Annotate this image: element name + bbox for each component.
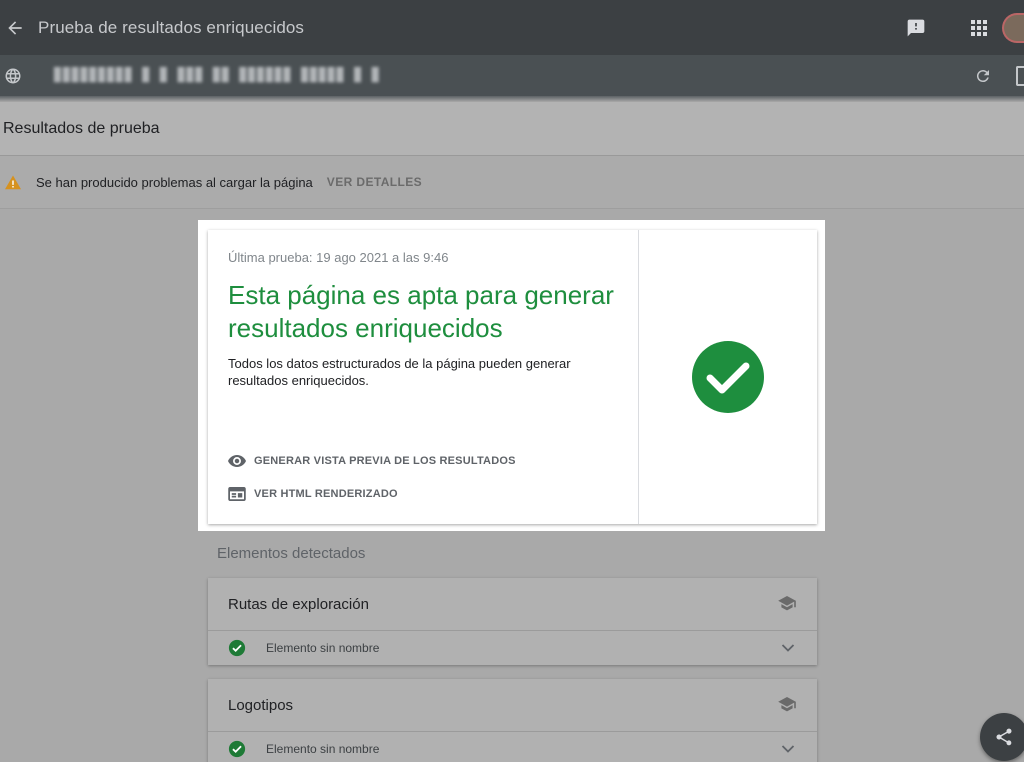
page-title: Prueba de resultados enriquecidos bbox=[38, 17, 305, 37]
reload-icon[interactable] bbox=[974, 67, 992, 85]
feedback-icon[interactable] bbox=[906, 18, 926, 38]
view-details-link[interactable]: VER DETALLES bbox=[327, 175, 422, 189]
detected-item-header[interactable]: Rutas de exploración bbox=[208, 578, 817, 631]
summary-card: Última prueba: 19 ago 2021 a las 9:46 Es… bbox=[208, 230, 817, 524]
chevron-down-icon[interactable] bbox=[781, 643, 795, 653]
app-bar: Prueba de resultados enriquecidos bbox=[0, 0, 1024, 55]
url-bar: ▉▉▉▉▉▉▉▉▉ ▉ ▉ ▉▉▉ ▉▉ ▉▉▉▉▉▉ ▉▉▉▉▉ ▉ ▉ bbox=[0, 55, 1024, 96]
list-item-label: Elemento sin nombre bbox=[266, 640, 380, 655]
list-item[interactable]: Elemento sin nombre bbox=[208, 631, 817, 664]
detected-item-card[interactable]: Rutas de exploración Elemento sin nombre bbox=[208, 578, 817, 665]
status-panel bbox=[639, 230, 817, 524]
apps-grid-icon[interactable] bbox=[970, 19, 988, 37]
list-item-label: Elemento sin nombre bbox=[266, 741, 380, 756]
device-toggle-icon[interactable] bbox=[1016, 66, 1024, 86]
detected-item-card[interactable]: Logotipos Elemento sin nombre bbox=[208, 679, 817, 762]
detected-item-header[interactable]: Logotipos bbox=[208, 679, 817, 732]
last-test-date: Última prueba: 19 ago 2021 a las 9:46 bbox=[228, 250, 449, 265]
eligibility-description: Todos los datos estructurados de la pági… bbox=[228, 356, 571, 388]
globe-icon bbox=[4, 67, 22, 85]
view-rendered-html-button[interactable]: VER HTML RENDERIZADO bbox=[228, 487, 398, 501]
summary-content: Última prueba: 19 ago 2021 a las 9:46 Es… bbox=[208, 230, 639, 524]
avatar[interactable] bbox=[1002, 12, 1024, 43]
url-text: ▉▉▉▉▉▉▉▉▉ ▉ ▉ ▉▉▉ ▉▉ ▉▉▉▉▉▉ ▉▉▉▉▉ ▉ ▉ bbox=[54, 68, 381, 83]
warning-triangle-icon bbox=[4, 174, 22, 190]
chevron-down-icon[interactable] bbox=[781, 744, 795, 754]
detected-item-name: Logotipos bbox=[228, 696, 294, 714]
detected-item-name: Rutas de exploración bbox=[228, 595, 369, 613]
school-cap-icon bbox=[778, 596, 796, 611]
view-rendered-html-label: VER HTML RENDERIZADO bbox=[254, 488, 398, 500]
results-title: Resultados de prueba bbox=[3, 119, 160, 137]
preview-results-button[interactable]: GENERAR VISTA PREVIA DE LOS RESULTADOS bbox=[228, 454, 516, 468]
preview-results-label: GENERAR VISTA PREVIA DE LOS RESULTADOS bbox=[254, 455, 516, 467]
check-circle-icon bbox=[692, 341, 764, 413]
check-circle-icon bbox=[228, 639, 246, 656]
share-button[interactable] bbox=[980, 713, 1024, 761]
check-circle-icon bbox=[228, 740, 246, 757]
results-header: Resultados de prueba bbox=[0, 102, 1024, 156]
arrow-back-icon[interactable] bbox=[2, 15, 28, 41]
eligibility-headline: Esta página es apta para generar resulta… bbox=[228, 280, 614, 343]
share-icon bbox=[996, 728, 1012, 746]
warning-text: Se han producido problemas al cargar la … bbox=[36, 174, 313, 190]
list-item[interactable]: Elemento sin nombre bbox=[208, 732, 817, 762]
web-window-icon bbox=[228, 487, 246, 501]
warning-bar: Se han producido problemas al cargar la … bbox=[0, 156, 1024, 209]
detected-items-title: Elementos detectados bbox=[217, 545, 366, 562]
eye-icon bbox=[228, 455, 246, 467]
school-cap-icon bbox=[778, 697, 796, 712]
